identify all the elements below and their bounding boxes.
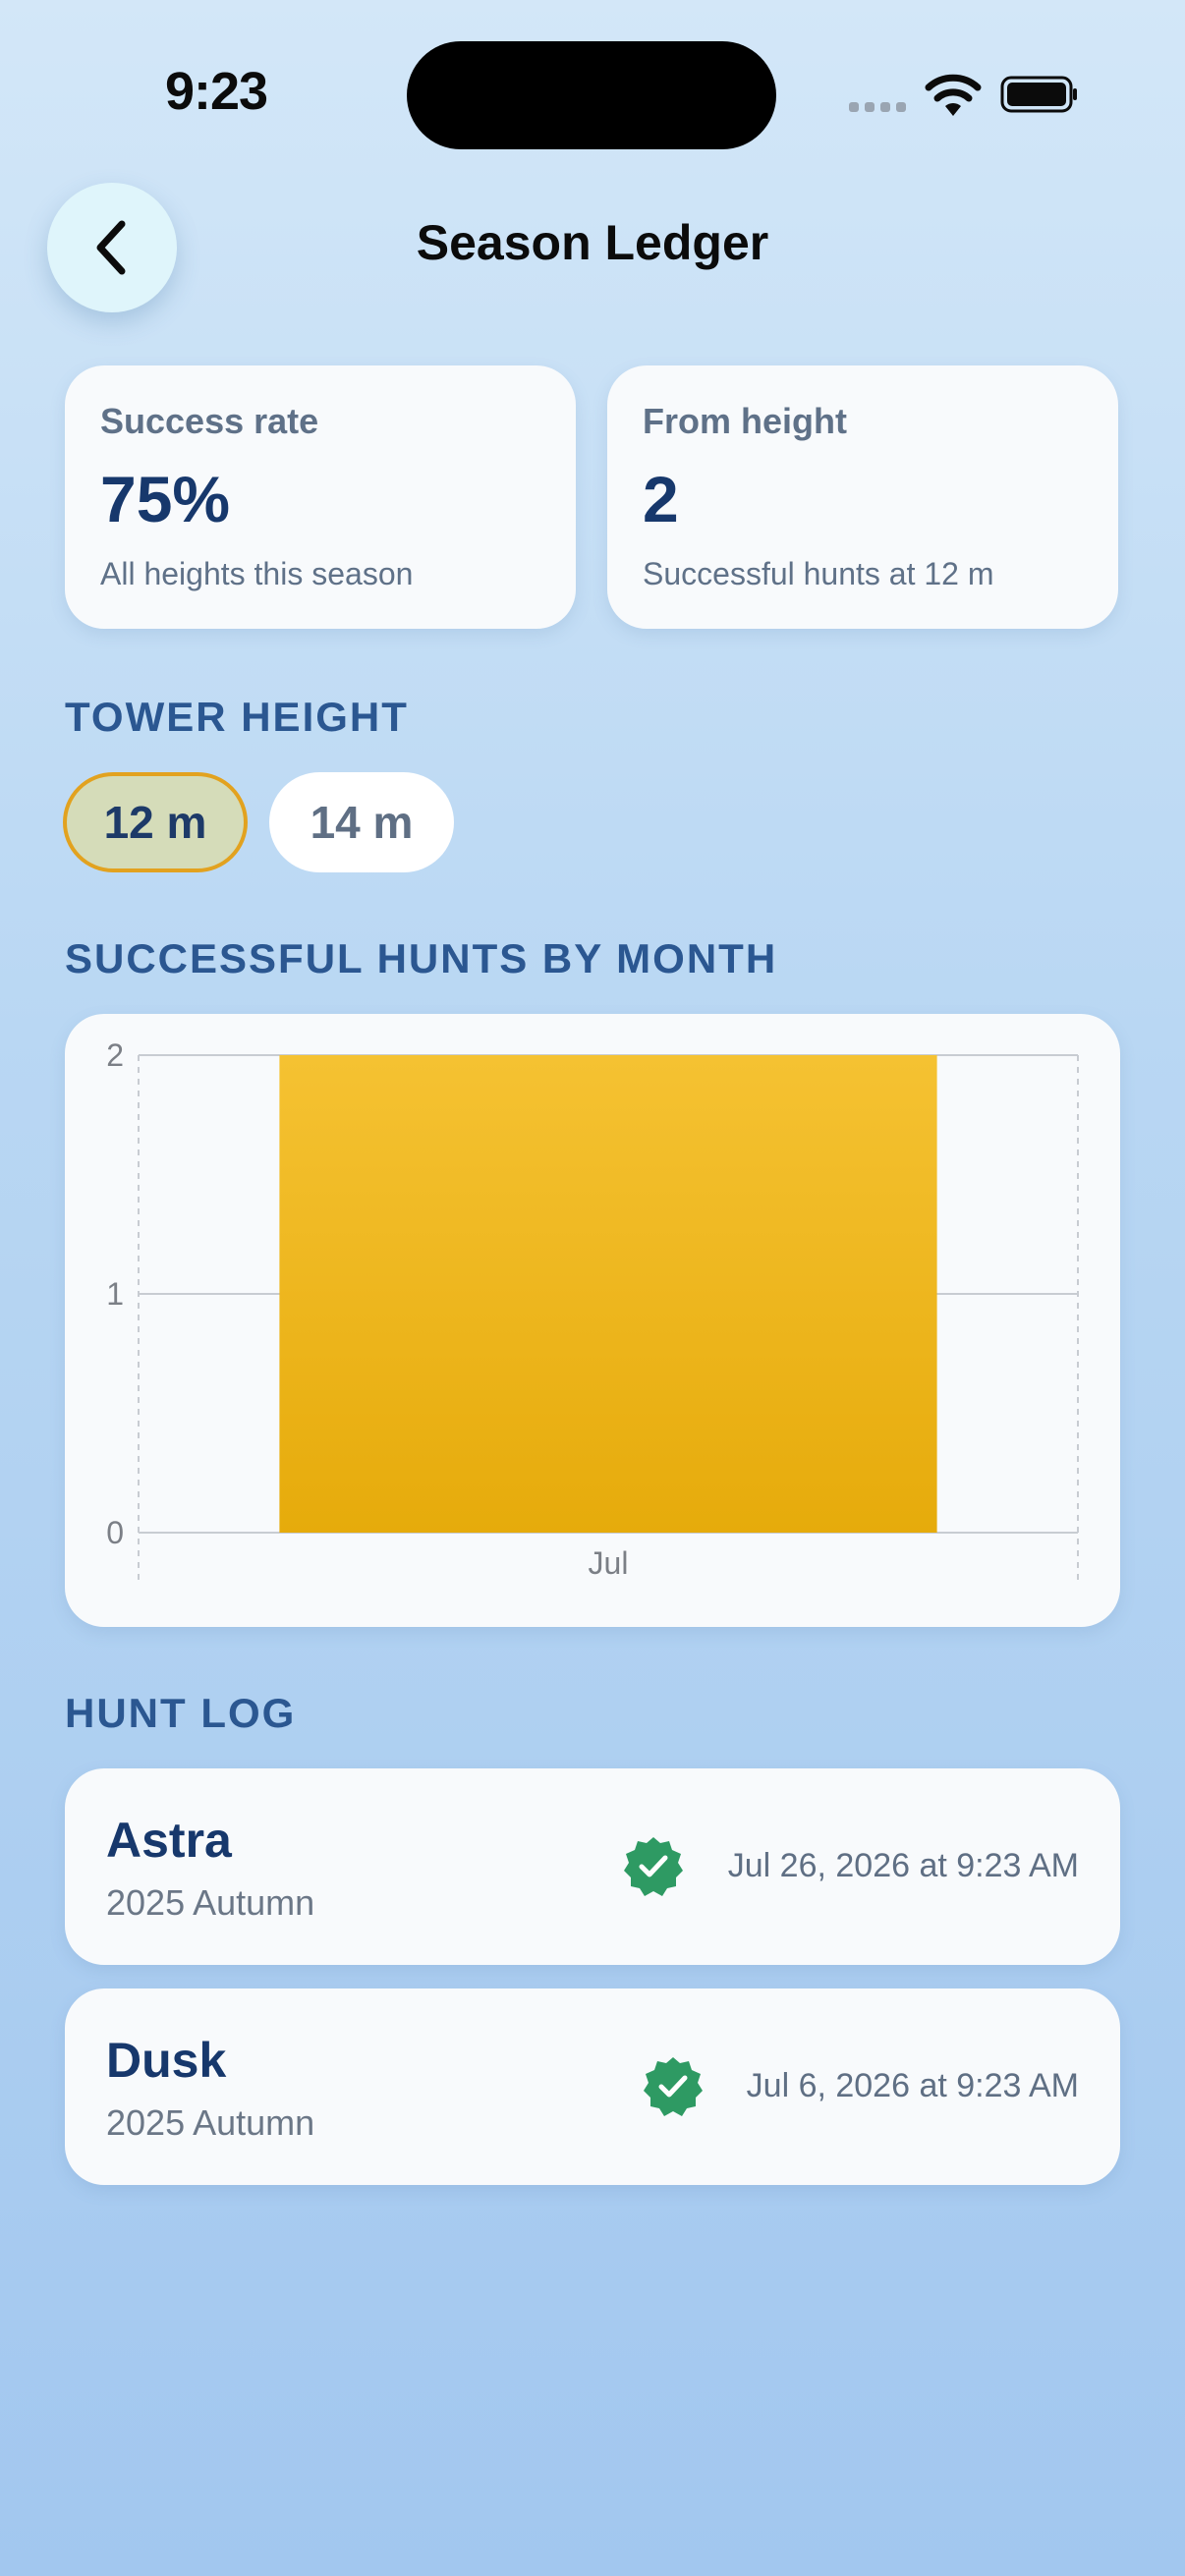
hunt-date: Jul 6, 2026 at 9:23 AM [746, 2067, 1079, 2104]
wifi-icon [925, 74, 982, 116]
from-height-card: From height 2 Successful hunts at 12 m [607, 365, 1118, 629]
stat-value: 75% [100, 463, 231, 535]
status-time: 9:23 [165, 62, 268, 121]
chart-bar [279, 1055, 937, 1533]
height-chip-14m[interactable]: 14 m [269, 772, 454, 872]
y-tick-label: 0 [106, 1515, 124, 1550]
y-tick-label: 2 [106, 1037, 124, 1073]
stat-label: From height [643, 401, 847, 441]
hunt-date: Jul 26, 2026 at 9:23 AM [727, 1847, 1079, 1884]
stat-subtitle: Successful hunts at 12 m [643, 556, 994, 591]
dynamic-island [407, 41, 776, 149]
height-chip-12m[interactable]: 12 m [63, 772, 248, 872]
verified-check-icon [644, 2057, 703, 2116]
hunts-bar-chart: 0 1 2 Jul [106, 1037, 1079, 1582]
hunt-season: 2025 Autumn [106, 1882, 315, 1923]
verified-check-icon [624, 1837, 683, 1896]
x-tick-label: Jul [589, 1545, 629, 1581]
section-title-chart: SUCCESSFUL HUNTS BY MONTH [65, 935, 778, 981]
hunts-chart-card: 0 1 2 Jul [65, 1014, 1120, 1627]
page-title: Season Ledger [416, 215, 769, 270]
hunter-name: Astra [106, 1813, 232, 1868]
section-title-hunt-log: HUNT LOG [65, 1690, 297, 1736]
success-rate-card: Success rate 75% All heights this season [65, 365, 576, 629]
section-title-tower-height: TOWER HEIGHT [65, 694, 409, 740]
stat-subtitle: All heights this season [100, 556, 414, 591]
hunt-log-row[interactable]: Astra 2025 Autumn Jul 26, 2026 at 9:23 A… [65, 1768, 1120, 1965]
stat-value: 2 [643, 463, 679, 535]
signal-icon [849, 102, 908, 114]
stat-label: Success rate [100, 401, 319, 441]
hunt-log-row[interactable]: Dusk 2025 Autumn Jul 6, 2026 at 9:23 AM [65, 1988, 1120, 2185]
hunter-name: Dusk [106, 2033, 227, 2088]
y-tick-label: 1 [106, 1276, 124, 1312]
hunt-season: 2025 Autumn [106, 2102, 315, 2143]
battery-icon [1000, 76, 1077, 113]
